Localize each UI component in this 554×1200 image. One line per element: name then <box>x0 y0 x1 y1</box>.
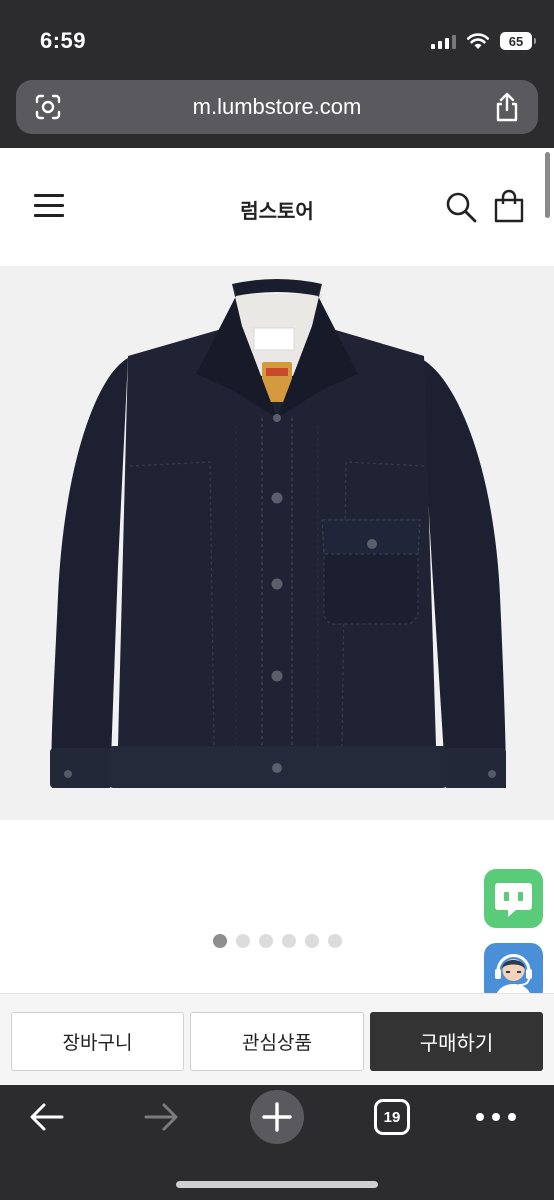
wishlist-button[interactable]: 관심상품 <box>190 1012 364 1071</box>
carousel-pager <box>0 934 554 948</box>
signal-icon <box>431 33 456 49</box>
status-icons: 65 <box>431 30 536 52</box>
battery-icon: 65 <box>500 32 536 50</box>
wifi-icon <box>466 33 490 49</box>
chat-bubble-icon <box>495 883 532 917</box>
carousel-dot[interactable] <box>258 934 273 948</box>
product-image[interactable] <box>0 266 554 820</box>
lens-icon[interactable] <box>34 93 62 121</box>
carousel-dot[interactable] <box>235 934 250 948</box>
chat-button[interactable] <box>484 869 543 928</box>
more-icon[interactable] <box>476 1113 516 1123</box>
tab-count: 19 <box>383 1108 401 1126</box>
page-scrollbar[interactable] <box>545 152 550 218</box>
purchase-action-bar: 장바구니 관심상품 구매하기 <box>0 993 554 1085</box>
browser-bottom-toolbar: 19 <box>0 1085 554 1200</box>
back-arrow-icon[interactable] <box>28 1101 66 1133</box>
browser-top-chrome: 6:59 65 m.lumbstore.com <box>0 0 554 148</box>
address-bar[interactable]: m.lumbstore.com <box>16 80 538 134</box>
cart-icon[interactable] <box>494 189 524 223</box>
carousel-dot[interactable] <box>212 934 227 948</box>
url-text[interactable]: m.lumbstore.com <box>193 94 362 120</box>
site-header: 럼스토어 <box>0 148 554 266</box>
jacket-image <box>50 279 506 788</box>
carousel-dot[interactable] <box>304 934 319 948</box>
buy-now-button[interactable]: 구매하기 <box>370 1012 543 1071</box>
battery-level: 65 <box>508 33 524 49</box>
add-to-cart-button[interactable]: 장바구니 <box>11 1012 184 1071</box>
share-icon[interactable] <box>494 92 520 122</box>
plus-icon <box>262 1102 292 1132</box>
status-time: 6:59 <box>40 28 87 53</box>
search-icon[interactable] <box>445 191 477 223</box>
home-indicator[interactable] <box>176 1181 378 1188</box>
tabs-icon[interactable]: 19 <box>374 1099 410 1135</box>
new-tab-button[interactable] <box>250 1090 304 1144</box>
forward-arrow-icon[interactable] <box>142 1101 180 1133</box>
carousel-dot[interactable] <box>281 934 296 948</box>
carousel-dot[interactable] <box>327 934 342 948</box>
